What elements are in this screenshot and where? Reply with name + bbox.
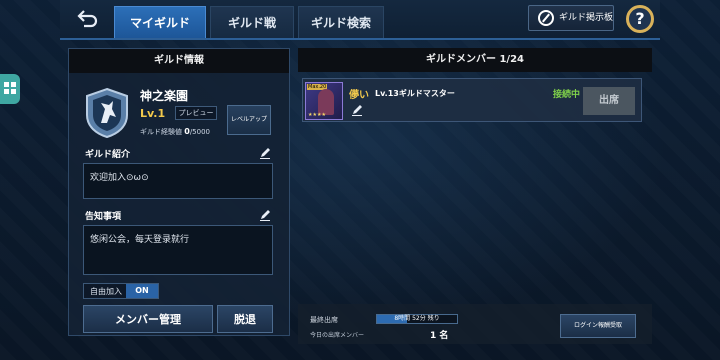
attend-button: 出席 bbox=[583, 87, 635, 115]
notice-label: 告知事項 bbox=[85, 212, 122, 222]
attend-timer-text: 8時間 52分 残り bbox=[394, 315, 440, 322]
members-header: ギルドメンバー 1/24 bbox=[298, 48, 652, 72]
member-status: 接続中 bbox=[553, 90, 581, 100]
attend-timer-bar: 8時間 52分 残り bbox=[376, 314, 458, 324]
tab-guild-search[interactable]: ギルド検索 bbox=[298, 6, 384, 38]
edit-intro-icon[interactable] bbox=[259, 147, 271, 159]
member-row[interactable]: Max.20 ★★★★ 儚い Lv.13ギルドマスター 接続中 出席 bbox=[302, 78, 642, 122]
guild-exp: ギルド経験値 0/5000 bbox=[140, 127, 210, 137]
back-button[interactable] bbox=[74, 8, 102, 30]
today-attend-count: 1 名 bbox=[430, 331, 449, 341]
level-up-button[interactable]: レベルアップ bbox=[227, 105, 271, 135]
today-attend-label: 今日の出席メンバー bbox=[310, 332, 365, 339]
help-button[interactable]: ? bbox=[626, 5, 654, 33]
guild-level: Lv.1 bbox=[140, 107, 166, 120]
grid-icon bbox=[4, 82, 16, 94]
guild-board-label: ギルド掲示板 bbox=[559, 13, 614, 23]
guild-info-header: ギルド情報 bbox=[69, 49, 289, 73]
member-name: 儚い bbox=[349, 90, 369, 101]
guild-info-panel: ギルド情報 神之楽園 Lv.1 プレビュー ギルド経験値 0/5000 レベルア… bbox=[68, 48, 290, 336]
pen-icon bbox=[538, 10, 554, 26]
last-attend-label: 最終出席 bbox=[310, 316, 338, 324]
side-menu-tab[interactable] bbox=[0, 74, 20, 104]
star-rating-icon: ★★★★ bbox=[308, 112, 326, 118]
guild-emblem-icon bbox=[86, 87, 128, 139]
edit-notice-icon[interactable] bbox=[259, 209, 271, 221]
edit-member-icon[interactable] bbox=[351, 104, 363, 116]
guild-board-button[interactable]: ギルド掲示板 bbox=[528, 5, 614, 31]
tab-guild-war[interactable]: ギルド戦 bbox=[210, 6, 294, 38]
member-manage-button[interactable]: メンバー管理 bbox=[83, 305, 213, 333]
tab-my-guild[interactable]: マイギルド bbox=[114, 6, 206, 38]
guild-intro-text: 欢迎加入⊙ω⊙ bbox=[83, 163, 273, 199]
guild-exp-max: /5000 bbox=[189, 128, 210, 136]
member-level-role: Lv.13ギルドマスター bbox=[375, 89, 455, 98]
member-avatar[interactable]: Max.20 ★★★★ bbox=[305, 82, 343, 120]
back-arrow-icon bbox=[77, 10, 98, 28]
leave-guild-button[interactable]: 脱退 bbox=[217, 305, 273, 333]
notice-text: 悠闲公会，每天登录就行 bbox=[83, 225, 273, 275]
guild-name: 神之楽園 bbox=[140, 89, 189, 103]
guild-exp-label: ギルド経験値 bbox=[140, 128, 182, 136]
preview-button[interactable]: プレビュー bbox=[175, 106, 217, 120]
login-reward-button[interactable]: ログイン報酬受取 bbox=[560, 314, 636, 338]
auto-join-state[interactable]: ON bbox=[126, 284, 158, 298]
auto-join-label: 自由加入 bbox=[90, 287, 122, 296]
guild-intro-label: ギルド紹介 bbox=[85, 150, 131, 160]
auto-join-toggle[interactable]: 自由加入 ON bbox=[83, 283, 159, 299]
